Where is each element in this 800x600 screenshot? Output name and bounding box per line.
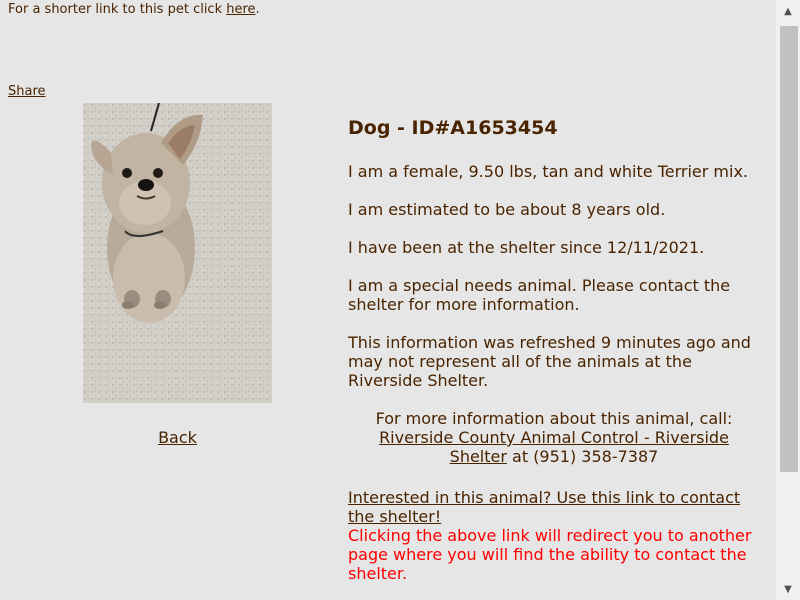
refresh-note: This information was refreshed 9 minutes… (348, 333, 751, 390)
short-link-here[interactable]: here (226, 2, 255, 17)
dog-photo-illustration (83, 103, 272, 403)
pet-title: Dog - ID#A1653454 (348, 117, 558, 139)
shelter-phone: at (951) 358-7387 (506, 447, 659, 466)
pet-photo (83, 103, 272, 403)
triangle-up-icon[interactable]: ▲ (776, 0, 800, 22)
triangle-down-icon[interactable]: ▼ (776, 578, 800, 600)
short-link-prefix: For a shorter link to this pet click (8, 2, 227, 17)
short-link-suffix: . (255, 2, 260, 17)
contact-lead: For more information about this animal, … (375, 409, 733, 428)
short-link-line: For a shorter link to this pet click her… (8, 2, 260, 17)
contact-block: For more information about this animal, … (348, 409, 760, 466)
special-needs-note: I am a special needs animal. Please cont… (348, 276, 731, 314)
pet-age: I am estimated to be about 8 years old. (348, 200, 666, 219)
redirect-warning: Clicking the above link will redirect yo… (348, 526, 752, 583)
pet-intake-date: I have been at the shelter since 12/11/2… (348, 238, 705, 257)
interest-block: Interested in this animal? Use this link… (348, 488, 760, 583)
pet-description: I am a female, 9.50 lbs, tan and white T… (348, 162, 748, 181)
contact-shelter-link[interactable]: Interested in this animal? Use this link… (348, 488, 740, 526)
pet-details: Dog - ID#A1653454 I am a female, 9.50 lb… (348, 116, 760, 583)
vertical-scrollbar[interactable]: ▲ ▼ (776, 0, 800, 600)
scrollbar-thumb[interactable] (780, 26, 798, 472)
share-link[interactable]: Share (8, 84, 46, 99)
back-link[interactable]: Back (83, 428, 272, 447)
